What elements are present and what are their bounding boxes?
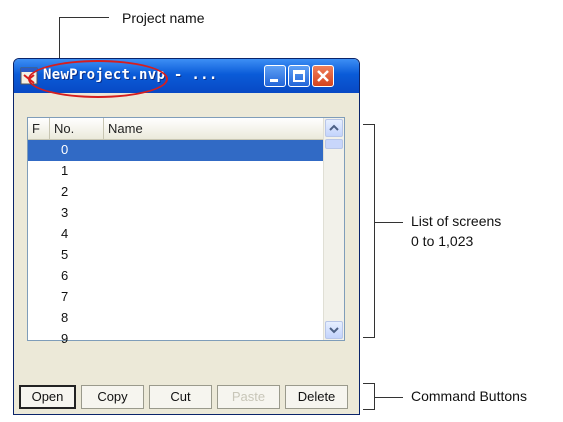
copy-button[interactable]: Copy bbox=[81, 385, 144, 409]
screen-list[interactable]: F No. Name 0 1 2 3 4 5 6 7 8 9 bbox=[27, 117, 345, 346]
close-icon bbox=[317, 70, 329, 82]
list-item[interactable]: 8 bbox=[28, 308, 324, 329]
screen-rows: 0 1 2 3 4 5 6 7 8 9 bbox=[28, 140, 324, 350]
list-header: F No. Name bbox=[28, 118, 324, 140]
screen-number: 2 bbox=[61, 184, 69, 199]
column-header-name[interactable]: Name bbox=[104, 118, 324, 139]
screen-number: 0 bbox=[61, 142, 69, 157]
minimize-button[interactable] bbox=[264, 65, 286, 87]
screen-number: 7 bbox=[61, 289, 69, 304]
open-button[interactable]: Open bbox=[19, 385, 76, 409]
screen-number: 3 bbox=[61, 205, 69, 220]
close-button[interactable] bbox=[312, 65, 334, 87]
scroll-down-button[interactable] bbox=[325, 321, 343, 339]
delete-button[interactable]: Delete bbox=[285, 385, 348, 409]
command-buttons-bracket bbox=[363, 383, 375, 410]
minimize-icon bbox=[270, 79, 278, 82]
screen-number: 6 bbox=[61, 268, 69, 283]
project-window: NewProject.nvp - ... F No. Name 0 1 2 3 … bbox=[13, 58, 360, 415]
list-item[interactable]: 4 bbox=[28, 224, 324, 245]
screen-number: 1 bbox=[61, 163, 69, 178]
screen-number: 9 bbox=[61, 331, 69, 346]
screen-number: 8 bbox=[61, 310, 69, 325]
command-buttons-leader bbox=[375, 397, 403, 398]
list-item[interactable]: 0 bbox=[28, 140, 324, 161]
vertical-scrollbar[interactable] bbox=[323, 118, 344, 340]
list-item[interactable]: 6 bbox=[28, 266, 324, 287]
project-name-leader-horizontal bbox=[59, 17, 109, 18]
list-item[interactable]: 7 bbox=[28, 287, 324, 308]
list-item[interactable]: 9 bbox=[28, 329, 324, 350]
chevron-up-icon bbox=[329, 124, 339, 131]
title-bar[interactable]: NewProject.nvp - ... bbox=[14, 59, 359, 98]
list-item[interactable]: 2 bbox=[28, 182, 324, 203]
project-name-leader-vertical bbox=[59, 17, 60, 61]
list-item[interactable]: 1 bbox=[28, 161, 324, 182]
column-header-no[interactable]: No. bbox=[50, 118, 104, 139]
screen-number: 4 bbox=[61, 226, 69, 241]
paste-button[interactable]: Paste bbox=[217, 385, 280, 409]
list-item[interactable]: 5 bbox=[28, 245, 324, 266]
screen-number: 5 bbox=[61, 247, 69, 262]
column-header-f[interactable]: F bbox=[28, 118, 50, 139]
screen-list-callout-line-1: List of screens bbox=[411, 213, 502, 229]
screen-list-callout: List of screens 0 to 1,023 bbox=[411, 211, 501, 251]
maximize-button[interactable] bbox=[288, 65, 310, 87]
project-name-callout: Project name bbox=[122, 10, 205, 26]
scroll-thumb[interactable] bbox=[325, 139, 343, 149]
command-buttons-callout: Command Buttons bbox=[411, 388, 527, 404]
screen-list-leader bbox=[375, 222, 403, 223]
project-name-highlight bbox=[28, 60, 168, 98]
scroll-up-button[interactable] bbox=[325, 119, 343, 137]
maximize-icon bbox=[293, 70, 305, 82]
screen-list-callout-line-2: 0 to 1,023 bbox=[411, 233, 474, 249]
screen-list-bracket bbox=[363, 124, 375, 338]
chevron-down-icon bbox=[329, 327, 339, 334]
list-item[interactable]: 3 bbox=[28, 203, 324, 224]
cut-button[interactable]: Cut bbox=[149, 385, 212, 409]
